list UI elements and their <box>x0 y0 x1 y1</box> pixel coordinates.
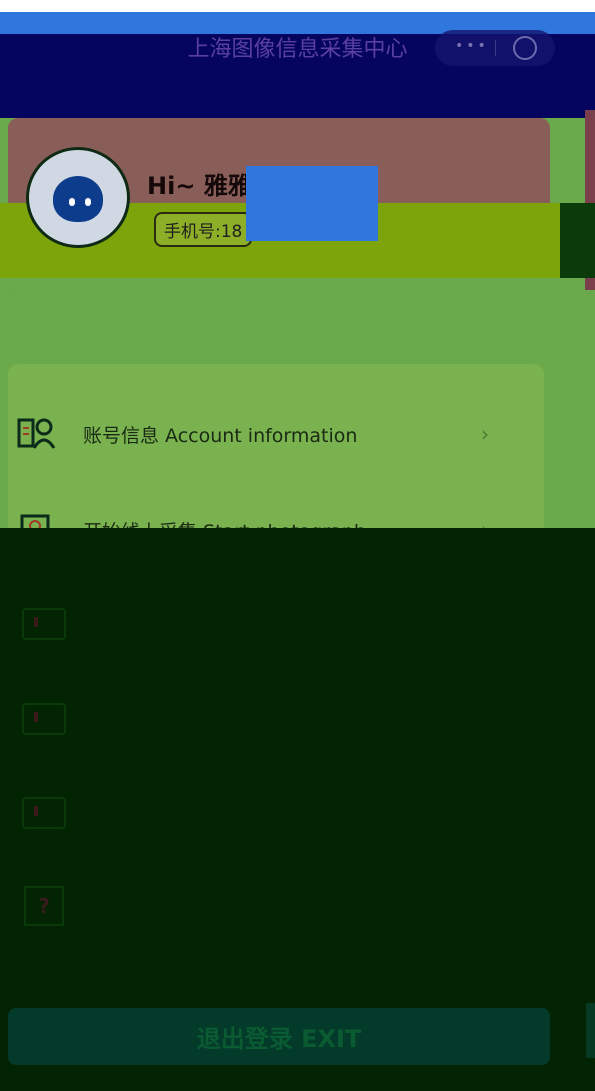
avatar-face <box>53 176 103 222</box>
exit-button[interactable]: 退出登录 EXIT <box>8 1008 550 1065</box>
menu-icon <box>22 703 66 735</box>
avatar-eye <box>69 198 75 206</box>
menu-item-label: 账号信息 Account information <box>83 424 358 447</box>
modal-overlay[interactable] <box>0 528 595 1091</box>
menu-icon <box>22 797 66 829</box>
chevron-right-icon: › <box>481 422 489 446</box>
profile-band-corner <box>560 203 595 278</box>
more-dots-icon[interactable]: ••• <box>455 38 489 54</box>
user-greeting: Hi~ 雅雅 <box>147 172 252 200</box>
phone-number-badge: 手机号:18 <box>154 212 253 247</box>
mini-program-capsule[interactable]: ••• <box>435 30 555 66</box>
redaction-block <box>246 166 378 241</box>
record-ring-icon[interactable] <box>513 36 537 60</box>
exit-button-edge <box>586 1003 595 1058</box>
help-icon: ? <box>24 886 64 926</box>
avatar-eye <box>85 198 91 206</box>
menu-item-account-info[interactable]: 账号信息 Account information › <box>14 404 514 464</box>
menu-icon <box>22 608 66 640</box>
avatar[interactable] <box>26 147 130 248</box>
account-icon <box>14 412 58 456</box>
status-bar <box>0 0 595 12</box>
capsule-divider <box>495 40 496 56</box>
